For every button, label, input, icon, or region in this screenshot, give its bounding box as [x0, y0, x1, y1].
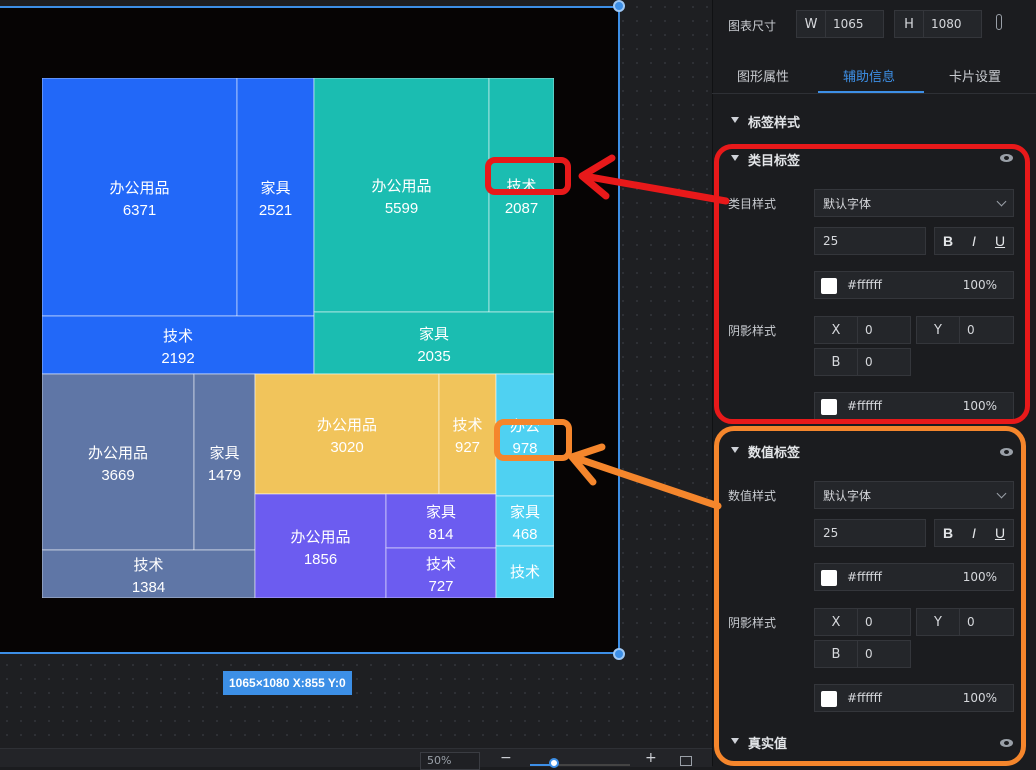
collapse-caret-icon[interactable] — [731, 117, 739, 123]
height-input[interactable]: H 1080 — [894, 10, 982, 38]
treemap-category-label: 办公用品 — [317, 417, 377, 434]
treemap-category-label: 办公用品 — [88, 445, 148, 462]
editor-canvas[interactable]: 办公用品 6371 家具 2521 技术 2192 办公用品 5599 技术 2087 家具 2035… — [0, 0, 712, 766]
treemap-value-label: 927 — [455, 439, 480, 456]
chart-size-label: 图表尺寸 — [728, 19, 777, 33]
treemap-cell[interactable] — [42, 78, 238, 317]
zoom-in-icon[interactable]: + — [645, 750, 657, 766]
annotation-orange-highlight-label — [494, 419, 572, 461]
treemap-value-label: 727 — [428, 578, 453, 595]
active-tab-indicator — [818, 91, 924, 93]
treemap-cell[interactable] — [236, 78, 315, 317]
treemap-cell[interactable] — [438, 373, 497, 495]
treemap-category-label: 技术 — [426, 556, 456, 573]
tab-graphic-props[interactable]: 图形属性 — [737, 66, 789, 85]
chart-frame[interactable]: 办公用品 6371 家具 2521 技术 2192 办公用品 5599 技术 2087 家具 2035… — [0, 6, 620, 654]
treemap-category-label: 家具 — [260, 180, 290, 197]
treemap-cell[interactable] — [254, 493, 387, 598]
width-prefix: W — [797, 11, 826, 37]
treemap-value-label: 814 — [428, 526, 453, 543]
treemap-value-label: 468 — [512, 526, 537, 543]
size-position-badge: 1065×1080 X:855 Y:0 — [223, 671, 352, 695]
treemap-chart[interactable]: 办公用品 6371 家具 2521 技术 2192 办公用品 5599 技术 2087 家具 2035… — [42, 78, 554, 598]
width-input[interactable]: W 1065 — [796, 10, 884, 38]
annotation-orange-highlight-panel — [714, 426, 1026, 766]
treemap-value-label: 2087 — [505, 200, 538, 217]
tab-auxiliary-info[interactable]: 辅助信息 — [843, 66, 895, 85]
treemap-category-label: 技术 — [133, 557, 163, 574]
treemap-cell[interactable] — [42, 373, 195, 551]
treemap-value-label: 3020 — [330, 439, 363, 456]
zoom-slider-thumb[interactable] — [549, 758, 559, 768]
treemap-value-label: 1479 — [208, 467, 241, 484]
treemap-category-label: 家具 — [209, 445, 239, 462]
height-value: 1080 — [931, 17, 962, 31]
fit-screen-icon[interactable] — [680, 756, 692, 766]
height-prefix: H — [895, 11, 924, 37]
tab-card-settings[interactable]: 卡片设置 — [949, 66, 1001, 85]
annotation-red-highlight-panel — [714, 144, 1030, 424]
treemap-value-label: 2521 — [259, 202, 292, 219]
treemap-category-label: 办公用品 — [109, 180, 169, 197]
treemap-category-label: 家具 — [510, 504, 540, 521]
zoom-out-icon[interactable]: − — [500, 750, 512, 766]
treemap-category-label: 办公用品 — [290, 529, 350, 546]
treemap-cell[interactable] — [254, 373, 440, 495]
treemap-cell[interactable] — [193, 373, 256, 551]
treemap-value-label: 5599 — [385, 200, 418, 217]
treemap-category-label: 技术 — [163, 328, 193, 345]
treemap-category-label: 办公用品 — [371, 178, 431, 195]
label-style-section-title[interactable]: 标签样式 — [748, 112, 800, 131]
treemap-category-label: 家具 — [426, 504, 456, 521]
treemap-value-label: 1856 — [304, 551, 337, 568]
treemap-category-label: 技术 — [510, 564, 540, 581]
treemap-cell[interactable] — [313, 78, 490, 313]
zoom-level-select[interactable]: 50% — [420, 752, 480, 770]
treemap-value-label: 3669 — [101, 467, 134, 484]
treemap-category-label: 家具 — [419, 326, 449, 343]
resize-handle-bottom-right[interactable] — [613, 648, 625, 660]
treemap-cell[interactable] — [488, 78, 554, 313]
annotation-red-highlight-label — [485, 157, 571, 195]
width-value: 1065 — [833, 17, 864, 31]
treemap-value-label: 1384 — [132, 579, 165, 596]
tabs-divider — [712, 93, 1036, 94]
treemap-category-label: 技术 — [452, 417, 482, 434]
treemap-value-label: 6371 — [123, 202, 156, 219]
treemap-value-label: 2192 — [161, 350, 194, 367]
treemap-value-label: 2035 — [417, 348, 450, 365]
resize-handle-top-right[interactable] — [613, 0, 625, 12]
aspect-lock-icon[interactable] — [996, 14, 1002, 30]
